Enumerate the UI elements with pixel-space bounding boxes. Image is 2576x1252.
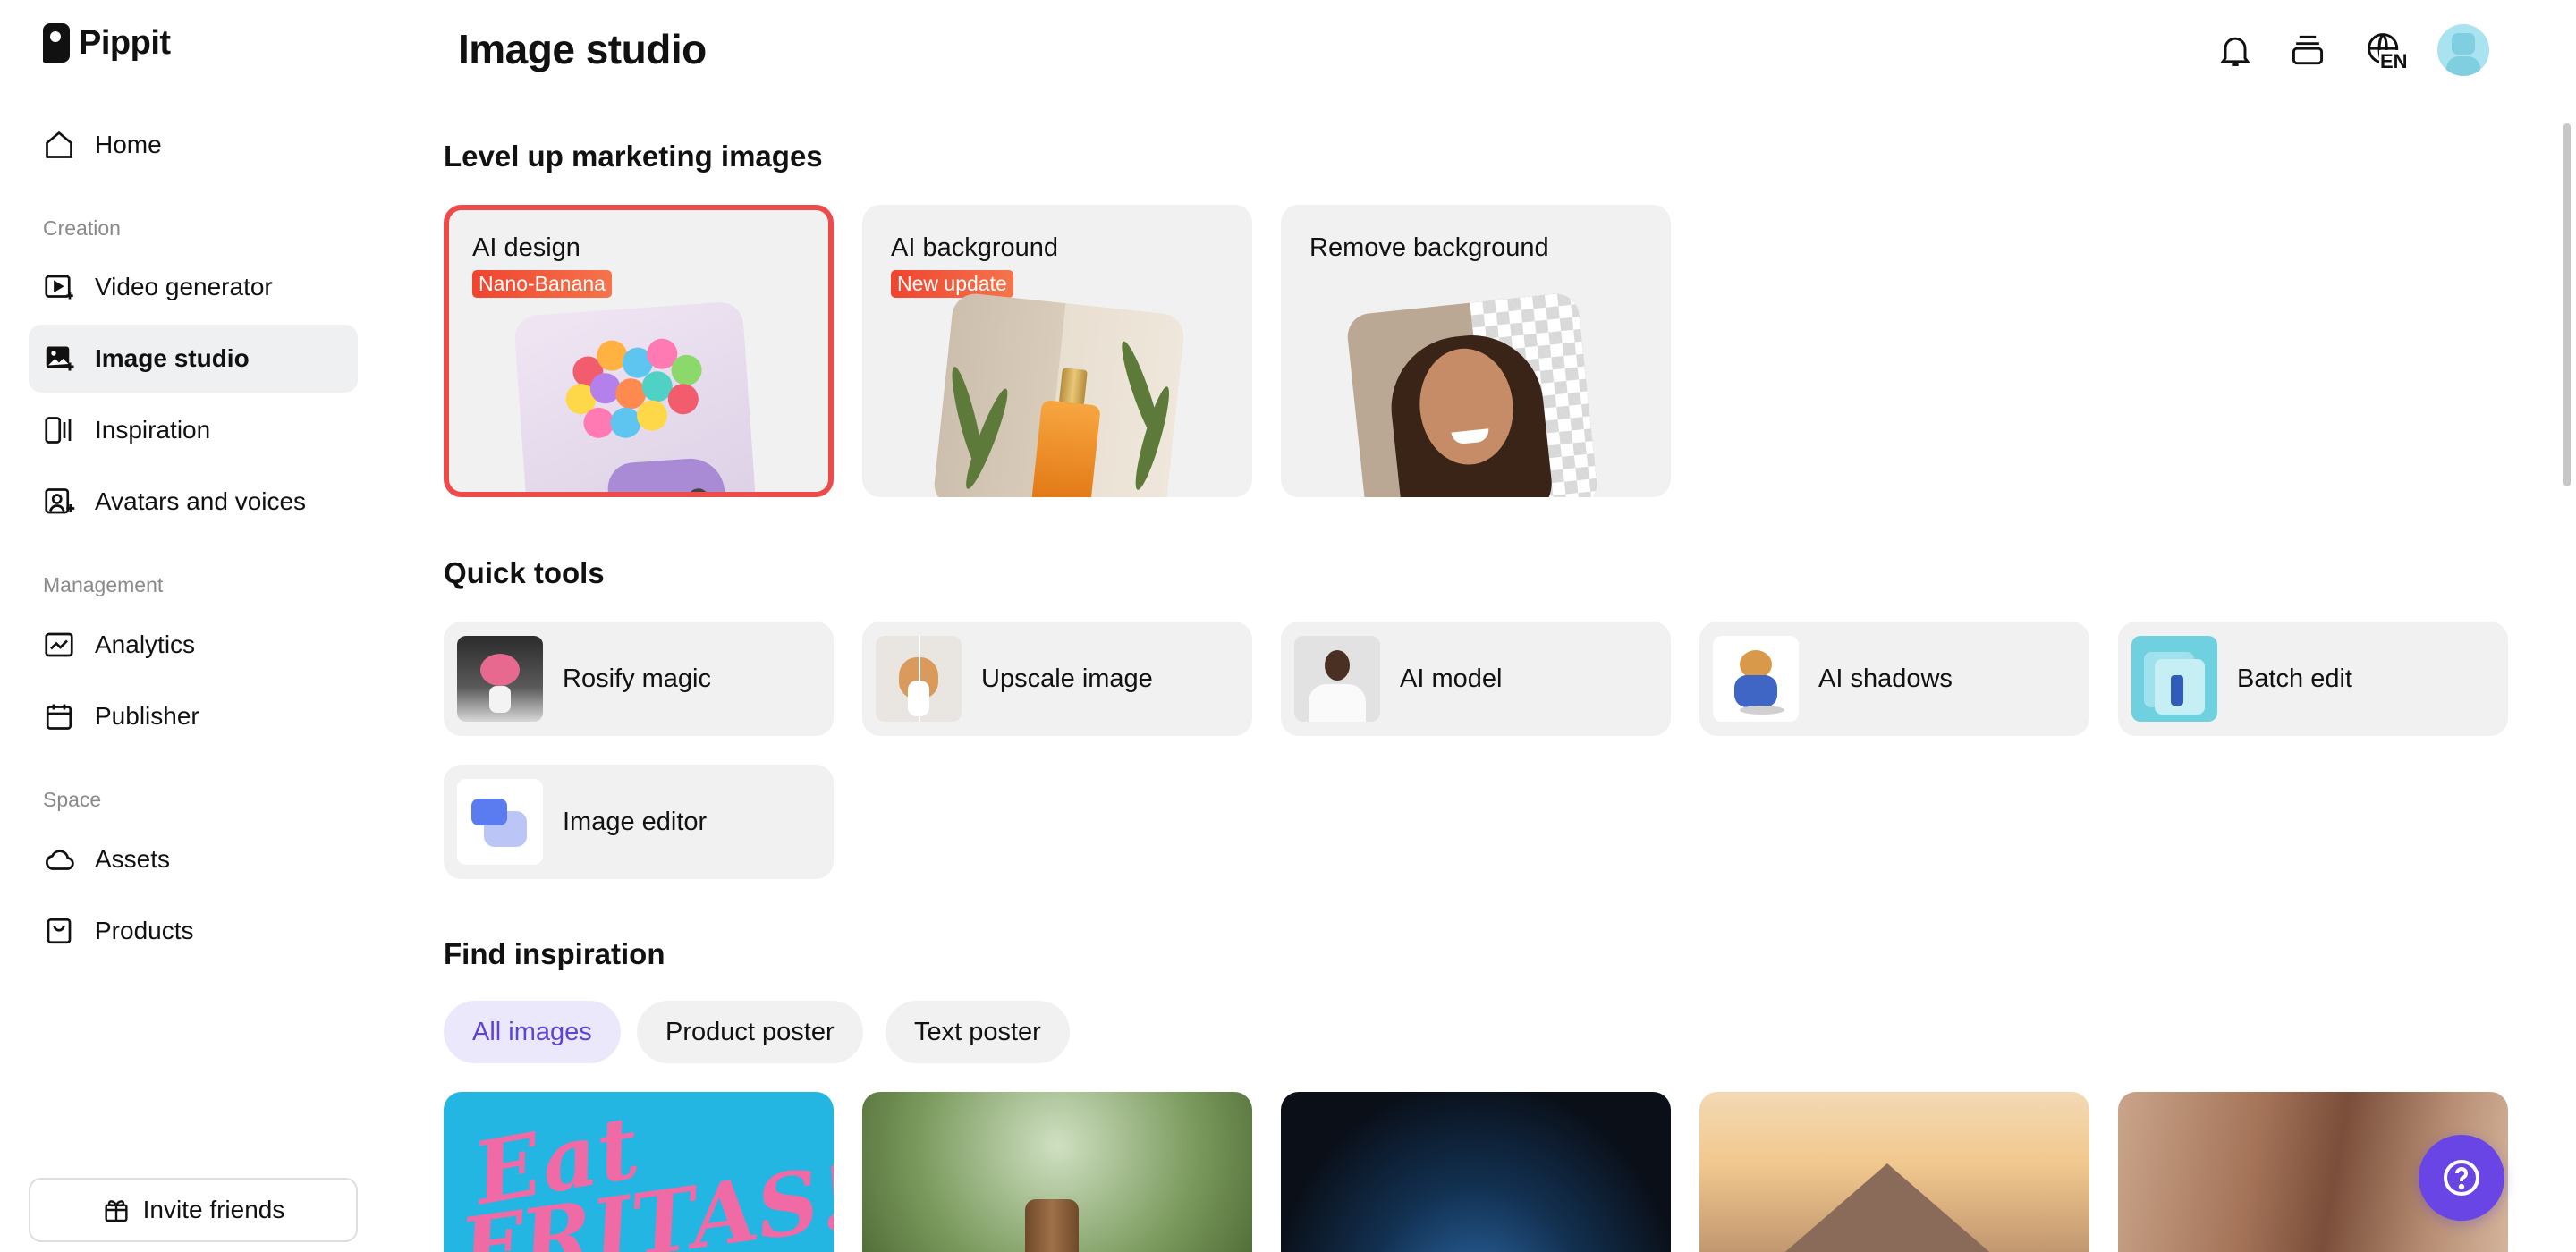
sidebar-item-products[interactable]: Products <box>29 897 358 965</box>
remove-background-preview-image <box>1345 292 1599 497</box>
gallery-item[interactable] <box>1699 1092 2089 1252</box>
pippit-logo-icon <box>43 23 70 63</box>
stack-icon <box>2292 35 2324 65</box>
invite-friends-button[interactable]: Invite friends <box>29 1178 358 1242</box>
sidebar-item-label: Publisher <box>95 702 199 730</box>
sidebar-item-label: Video generator <box>95 273 273 300</box>
sidebar-item-label: Products <box>95 917 194 944</box>
sidebar-item-avatars-voices[interactable]: Avatars and voices <box>29 468 358 536</box>
tool-label: Image editor <box>563 807 708 836</box>
inspiration-icon <box>45 417 72 444</box>
section-label-management: Management <box>43 573 164 596</box>
tool-ai-model[interactable]: AI model <box>1281 622 1671 736</box>
batch-edit-thumbnail <box>2131 636 2217 722</box>
app-logo[interactable]: Pippit <box>43 23 171 63</box>
scrollbar[interactable] <box>2563 123 2571 486</box>
gift-icon <box>105 1200 128 1222</box>
tool-upscale-image[interactable]: Upscale image <box>862 622 1252 736</box>
tool-ai-shadows[interactable]: AI shadows <box>1699 622 2089 736</box>
card-title: AI design <box>472 233 580 262</box>
gallery-item[interactable] <box>862 1092 1252 1252</box>
image-editor-thumbnail <box>457 779 543 865</box>
analytics-icon <box>45 632 73 657</box>
avatar-icon <box>45 488 75 514</box>
page-title: Image studio <box>458 26 707 72</box>
tool-label: AI model <box>1400 664 1503 693</box>
gallery-item[interactable]: Eat FRITAS! <box>444 1092 834 1252</box>
card-ai-background[interactable]: AI background New update <box>862 205 1252 497</box>
ai-shadows-thumbnail <box>1713 636 1799 722</box>
sidebar-item-assets[interactable]: Assets <box>29 825 358 893</box>
help-icon <box>2444 1160 2479 1196</box>
section-title-quick-tools: Quick tools <box>444 556 605 589</box>
tool-rosify-magic[interactable]: Rosify magic <box>444 622 834 736</box>
language-code: EN <box>2379 50 2409 73</box>
sidebar-item-publisher[interactable]: Publisher <box>29 682 358 750</box>
subscription-button[interactable] <box>2286 25 2329 75</box>
cloud-icon <box>46 850 74 870</box>
card-ai-design[interactable]: AI design Nano-Banana <box>444 205 834 497</box>
user-avatar[interactable] <box>2437 24 2489 76</box>
section-title-find-inspiration: Find inspiration <box>444 937 665 970</box>
section-title-marketing: Level up marketing images <box>444 140 823 173</box>
upscale-thumbnail <box>876 636 962 722</box>
sidebar: Pippit Home Creation Video generator Ima… <box>0 0 385 1252</box>
sidebar-item-home[interactable]: Home <box>29 111 358 179</box>
sidebar-item-label: Inspiration <box>95 416 211 444</box>
rosify-thumbnail <box>457 636 543 722</box>
help-button[interactable] <box>2419 1135 2504 1221</box>
notifications-button[interactable] <box>2214 25 2257 75</box>
card-remove-background[interactable]: Remove background <box>1281 205 1671 497</box>
app-name: Pippit <box>79 23 171 62</box>
tool-image-editor[interactable]: Image editor <box>444 765 834 879</box>
tool-label: Upscale image <box>981 664 1153 693</box>
ai-model-thumbnail <box>1294 636 1380 722</box>
sidebar-item-label: Assets <box>95 845 171 873</box>
calendar-icon <box>46 704 72 730</box>
section-label-creation: Creation <box>43 216 121 240</box>
tool-label: AI shadows <box>1818 664 1953 693</box>
bell-icon <box>2220 37 2250 66</box>
card-title: Remove background <box>1309 233 1549 262</box>
sidebar-item-label: Avatars and voices <box>95 487 307 515</box>
gallery-item[interactable] <box>1281 1092 1671 1252</box>
app-root: Pippit Home Creation Video generator Ima… <box>0 0 2576 1252</box>
sidebar-item-video-generator[interactable]: Video generator <box>29 253 358 321</box>
image-icon <box>46 346 74 371</box>
video-icon <box>45 275 73 300</box>
sidebar-item-label: Analytics <box>95 630 196 658</box>
sidebar-item-image-studio[interactable]: Image studio <box>29 325 358 393</box>
section-label-space: Space <box>43 788 102 811</box>
filter-chip-text-poster[interactable]: Text poster <box>886 1001 1070 1063</box>
tool-label: Rosify magic <box>563 664 711 693</box>
sidebar-item-label: Image studio <box>95 344 250 372</box>
ai-background-preview-image <box>932 292 1186 497</box>
tool-batch-edit[interactable]: Batch edit <box>2118 622 2508 736</box>
invite-friends-label: Invite friends <box>142 1196 285 1223</box>
card-title: AI background <box>891 233 1059 262</box>
sidebar-item-inspiration[interactable]: Inspiration <box>29 396 358 464</box>
car-illustration <box>606 456 725 492</box>
sidebar-item-analytics[interactable]: Analytics <box>29 611 358 679</box>
card-badge: Nano-Banana <box>472 270 612 298</box>
language-button[interactable]: EN <box>2358 25 2411 75</box>
tool-label: Batch edit <box>2237 664 2352 693</box>
home-icon <box>46 131 72 158</box>
filter-chip-product-poster[interactable]: Product poster <box>637 1001 863 1063</box>
bag-icon <box>47 918 72 944</box>
ai-design-preview-image <box>513 300 758 492</box>
card-badge: New update <box>891 270 1013 298</box>
sidebar-item-label: Home <box>95 131 162 158</box>
filter-chip-all-images[interactable]: All images <box>444 1001 621 1063</box>
